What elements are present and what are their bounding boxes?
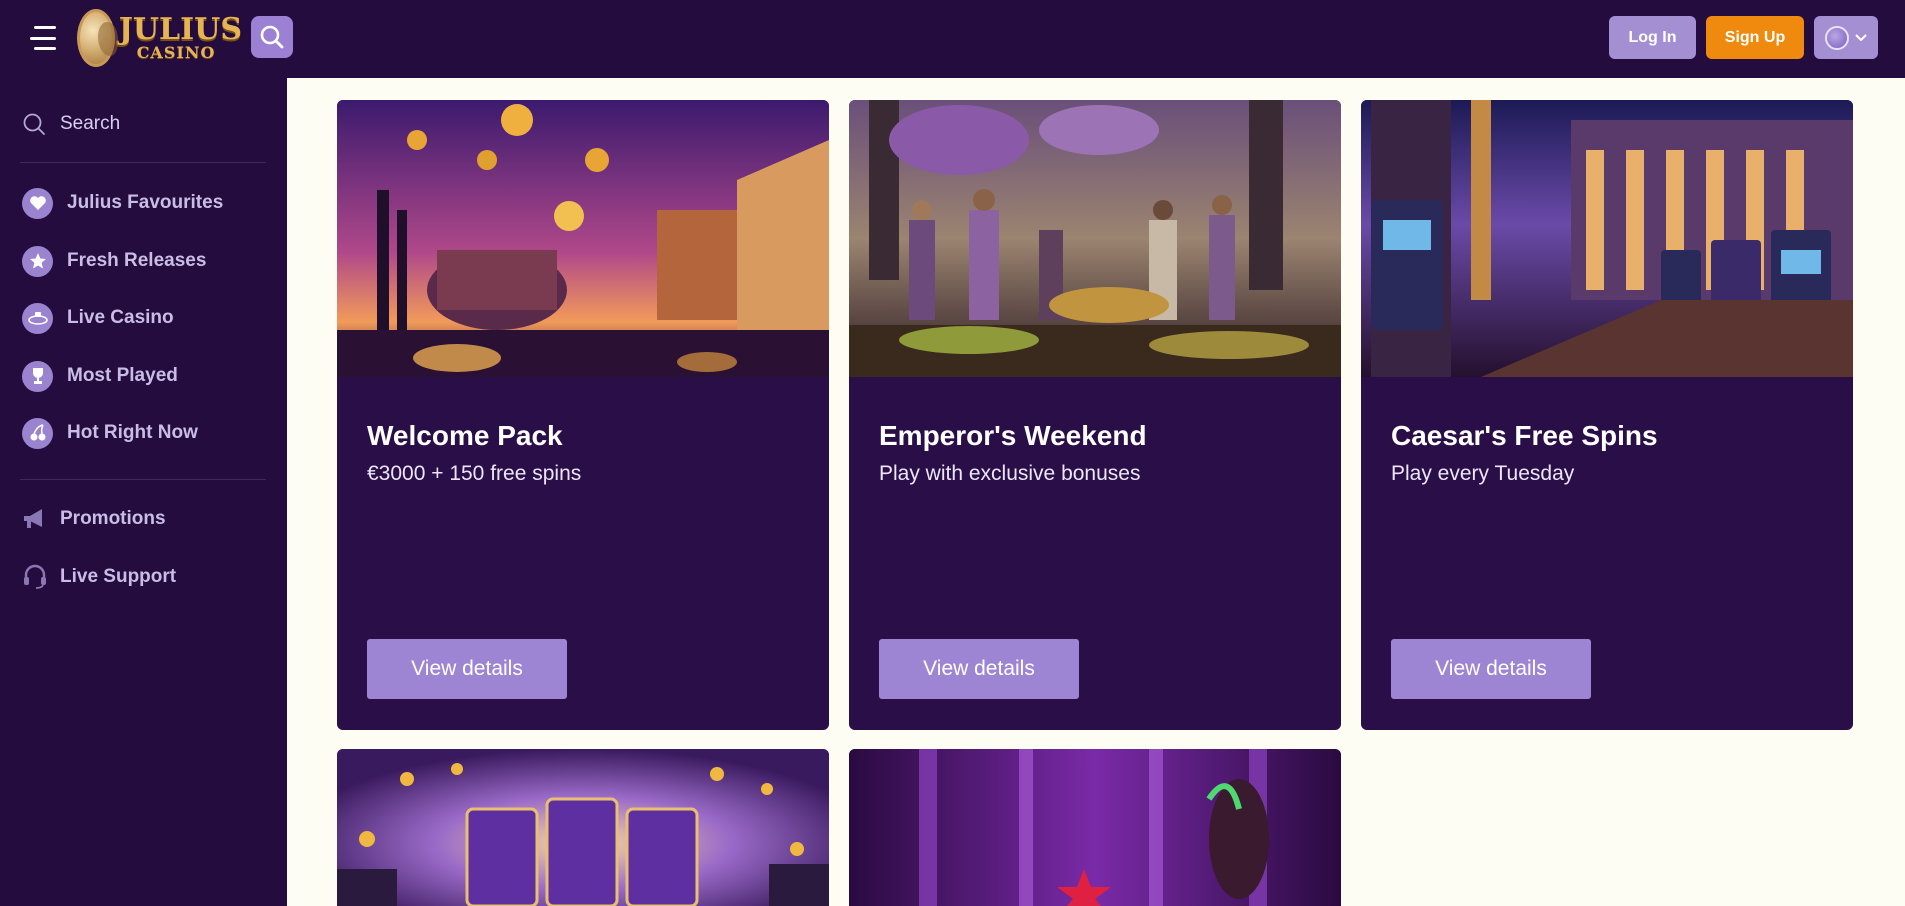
promo-card-caesars-free-spins: Caesar's Free Spins Play every Tuesday V… xyxy=(1361,100,1853,730)
sidebar-search-label: Search xyxy=(60,113,121,134)
sidebar-item-hot-right-now[interactable]: Hot Right Now xyxy=(22,416,262,450)
sidebar-item-fresh-releases[interactable]: Fresh Releases xyxy=(22,244,262,278)
sidebar-item-most-played[interactable]: Most Played xyxy=(22,359,262,393)
promo-title: Welcome Pack xyxy=(367,420,563,451)
sidebar-divider xyxy=(20,479,266,480)
sidebar-item-label: Julius Favourites xyxy=(67,192,224,213)
chevron-down-icon xyxy=(1855,33,1867,41)
promo-card-partial-stage xyxy=(849,749,1341,906)
star-icon xyxy=(22,245,53,277)
promo-image-777-slots xyxy=(337,749,829,906)
site-logo[interactable]: JULIUS CASINO xyxy=(77,8,242,68)
sidebar-divider xyxy=(20,162,266,163)
trophy-icon xyxy=(22,360,53,392)
logo-medal-icon xyxy=(77,9,118,67)
view-details-button[interactable]: View details xyxy=(367,639,567,699)
menu-icon[interactable] xyxy=(30,26,60,50)
sidebar-item-live-casino[interactable]: Live Casino xyxy=(22,301,262,335)
sidebar: Search Julius Favourites Fresh Releases … xyxy=(0,78,287,906)
sidebar-link-label: Promotions xyxy=(60,508,166,529)
logo-text-julius: JULIUS xyxy=(118,12,242,47)
live-casino-icon xyxy=(22,302,53,334)
sidebar-link-live-support[interactable]: Live Support xyxy=(22,560,262,594)
signup-button[interactable]: Sign Up xyxy=(1706,16,1804,59)
sidebar-item-julius-favourites[interactable]: Julius Favourites xyxy=(22,186,262,220)
sidebar-item-label: Hot Right Now xyxy=(67,422,198,443)
search-icon xyxy=(260,25,284,49)
promo-image-purple-stage xyxy=(849,749,1341,906)
megaphone-icon xyxy=(24,509,42,528)
sidebar-link-promotions[interactable]: Promotions xyxy=(22,502,262,536)
top-header: JULIUS CASINO Log In Sign Up xyxy=(0,0,1905,78)
cherries-icon xyxy=(22,417,53,449)
sidebar-item-label: Most Played xyxy=(67,365,178,386)
promo-subtitle: €3000 + 150 free spins xyxy=(367,462,582,485)
sidebar-item-label: Fresh Releases xyxy=(67,250,207,271)
promo-card-welcome-pack: Welcome Pack €3000 + 150 free spins View… xyxy=(337,100,829,730)
logo-text-casino: CASINO xyxy=(136,43,216,62)
search-icon xyxy=(23,113,45,135)
promo-title: Emperor's Weekend xyxy=(879,420,1147,451)
headset-icon xyxy=(24,564,46,589)
promo-card-emperors-weekend: Emperor's Weekend Play with exclusive bo… xyxy=(849,100,1341,730)
heart-icon xyxy=(22,187,53,219)
view-details-button[interactable]: View details xyxy=(1391,639,1591,699)
sidebar-link-label: Live Support xyxy=(60,566,177,587)
globe-icon xyxy=(1825,25,1849,50)
sidebar-search[interactable]: Search xyxy=(22,108,262,140)
promo-card-partial-slots xyxy=(337,749,829,906)
promo-image-roman-feast xyxy=(849,100,1341,377)
promo-subtitle: Play with exclusive bonuses xyxy=(879,462,1141,485)
sidebar-item-label: Live Casino xyxy=(67,307,174,328)
promo-subtitle: Play every Tuesday xyxy=(1391,462,1575,485)
login-button[interactable]: Log In xyxy=(1609,16,1696,59)
language-selector[interactable] xyxy=(1814,16,1878,59)
view-details-button[interactable]: View details xyxy=(879,639,1079,699)
promo-image-rome-coins xyxy=(337,100,829,377)
promo-title: Caesar's Free Spins xyxy=(1391,420,1658,451)
header-search-button[interactable] xyxy=(251,16,293,58)
promo-image-slot-palace xyxy=(1361,100,1853,377)
